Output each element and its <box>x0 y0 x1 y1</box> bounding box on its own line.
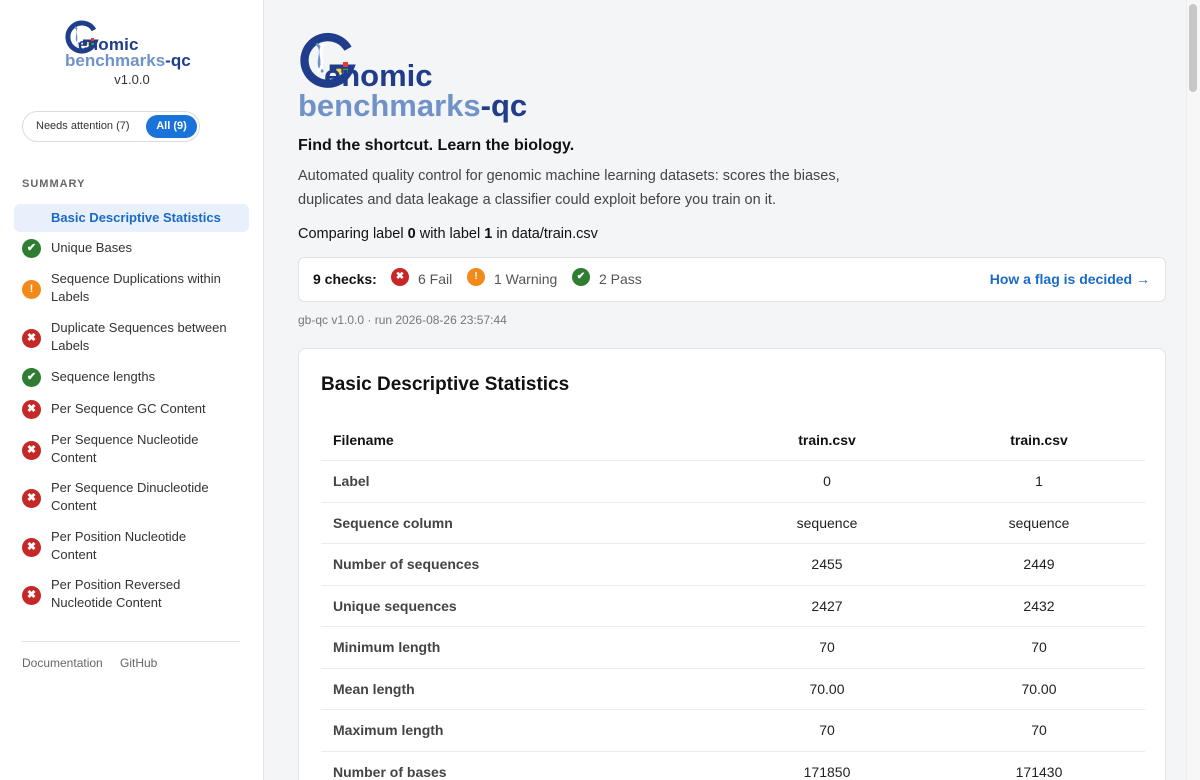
nav-item-sequence-duplications[interactable]: ! Sequence Duplications within Labels <box>14 270 249 308</box>
nav-item-position-reversed[interactable]: ✖ Per Position Reversed Nucleotide Conte… <box>14 576 249 614</box>
table-row: Label 0 1 <box>321 460 1145 503</box>
scrollbar-thumb[interactable] <box>1189 4 1197 92</box>
filter-all[interactable]: All (9) <box>146 115 197 138</box>
nav-item-unique-bases[interactable]: ✔ Unique Bases <box>14 238 249 260</box>
card-title: Basic Descriptive Statistics <box>321 374 570 395</box>
github-link[interactable]: GitHub <box>120 656 157 670</box>
comparison-summary: Comparing label 0 with label 1 in data/t… <box>298 226 598 242</box>
logo-text-benchmarks: benchmarks-qc <box>65 51 191 70</box>
table-cell: sequence <box>721 502 933 544</box>
table-header: train.csv <box>933 419 1145 461</box>
nav-item-label: Per Sequence Dinucleotide Content <box>51 480 209 513</box>
app-logo[interactable]: enomic benchmarks-qc <box>64 20 204 70</box>
row-label: Unique sequences <box>321 585 721 627</box>
checks-summary-bar: 9 checks: ✖ 6 Fail ! 1 Warning ✔ 2 Pass … <box>298 257 1166 302</box>
nav-item-basic-statistics[interactable]: Basic Descriptive Statistics <box>14 204 249 232</box>
table-cell: sequence <box>933 502 1145 544</box>
nav-item-label: Sequence lengths <box>51 369 156 384</box>
table-cell: 2427 <box>721 585 933 627</box>
table-cell: 171430 <box>933 751 1145 780</box>
warning-icon: ! <box>22 280 41 299</box>
how-flag-decided-link[interactable]: How a flag is decided → <box>990 271 1150 287</box>
fail-icon: ✖ <box>22 538 41 557</box>
stats-table: Filename train.csv train.csv Label 0 1 S… <box>321 419 1145 780</box>
table-cell: 0 <box>721 460 933 503</box>
row-label: Label <box>321 460 721 503</box>
main-logo: enomic benchmarks-qc <box>298 32 568 123</box>
sidebar: enomic benchmarks-qc v1.0.0 Needs attent… <box>0 0 264 780</box>
logo-text-benchmarks: benchmarks-qc <box>298 88 528 123</box>
table-row: Mean length 70.00 70.00 <box>321 668 1145 710</box>
table-cell: 70.00 <box>721 668 933 710</box>
description: Automated quality control for genomic ma… <box>298 168 840 208</box>
sidebar-divider <box>22 641 240 642</box>
fail-icon: ✖ <box>22 329 41 348</box>
fail-icon: ✖ <box>22 441 41 460</box>
nav-item-nucleotide-content[interactable]: ✖ Per Sequence Nucleotide Content <box>14 431 249 469</box>
table-cell: 1 <box>933 460 1145 503</box>
nav-item-dinucleotide-content[interactable]: ✖ Per Sequence Dinucleotide Content <box>14 479 249 517</box>
table-cell: 70 <box>721 709 933 752</box>
pass-icon: ✔ <box>22 239 41 258</box>
filter-toggle: Needs attention (7) All (9) <box>22 111 200 142</box>
filter-needs-attention[interactable]: Needs attention (7) <box>36 120 130 132</box>
row-label: Mean length <box>321 668 721 710</box>
table-cell: 70 <box>721 626 933 669</box>
table-row: Minimum length 70 70 <box>321 626 1145 669</box>
nav-item-label: Duplicate Sequences between Labels <box>51 320 227 353</box>
table-row: Maximum length 70 70 <box>321 709 1145 752</box>
table-cell: 70 <box>933 626 1145 669</box>
table-row: Sequence column sequence sequence <box>321 502 1145 544</box>
nav-item-gc-content[interactable]: ✖ Per Sequence GC Content <box>14 399 249 421</box>
table-cell: 2432 <box>933 585 1145 627</box>
table-cell: 70 <box>933 709 1145 752</box>
row-label: Number of sequences <box>321 543 721 586</box>
row-label: Sequence column <box>321 502 721 544</box>
table-header-row: Filename train.csv train.csv <box>321 419 1145 461</box>
table-row: Unique sequences 2427 2432 <box>321 585 1145 627</box>
nav-item-duplicate-between-labels[interactable]: ✖ Duplicate Sequences between Labels <box>14 319 249 357</box>
fail-icon: ✖ <box>22 400 41 419</box>
warning-icon: ! <box>467 268 485 286</box>
nav-item-label: Sequence Duplications within Labels <box>51 271 221 304</box>
documentation-link[interactable]: Documentation <box>22 656 103 670</box>
table-cell: 2455 <box>721 543 933 586</box>
table-row: Number of bases 171850 171430 <box>321 751 1145 780</box>
page-scrollbar[interactable] <box>1186 0 1200 780</box>
run-info: gb-qc v1.0.0 · run 2026-08-26 23:57:44 <box>298 313 507 327</box>
fail-icon: ✖ <box>22 586 41 605</box>
row-label: Maximum length <box>321 709 721 752</box>
nav-item-label: Per Sequence Nucleotide Content <box>51 432 199 465</box>
pass-icon: ✔ <box>572 268 590 286</box>
table-header: Filename <box>321 419 721 461</box>
nav-item-label: Per Position Reversed Nucleotide Content <box>51 577 181 610</box>
table-cell: 171850 <box>721 751 933 780</box>
nav-item-sequence-lengths[interactable]: ✔ Sequence lengths <box>14 367 249 389</box>
nav-item-label: Basic Descriptive Statistics <box>51 210 221 225</box>
row-label: Minimum length <box>321 626 721 669</box>
nav-item-label: Per Sequence GC Content <box>51 401 206 416</box>
app-version: v1.0.0 <box>114 72 150 87</box>
pass-icon: ✔ <box>22 368 41 387</box>
table-cell: 70.00 <box>933 668 1145 710</box>
fail-icon: ✖ <box>22 489 41 508</box>
table-row: Number of sequences 2455 2449 <box>321 543 1145 586</box>
nav-item-label: Unique Bases <box>51 240 132 255</box>
nav-item-label: Per Position Nucleotide Content <box>51 529 187 562</box>
checks-count: 9 checks: <box>313 271 377 287</box>
row-label: Number of bases <box>321 751 721 780</box>
tagline: Find the shortcut. Learn the biology. <box>298 137 575 154</box>
nav-item-position-nucleotide[interactable]: ✖ Per Position Nucleotide Content <box>14 528 249 566</box>
summary-heading: SUMMARY <box>22 178 86 190</box>
table-header: train.csv <box>721 419 933 461</box>
basic-statistics-card: Basic Descriptive Statistics Filename tr… <box>298 348 1166 780</box>
fail-icon: ✖ <box>391 268 409 286</box>
table-cell: 2449 <box>933 543 1145 586</box>
